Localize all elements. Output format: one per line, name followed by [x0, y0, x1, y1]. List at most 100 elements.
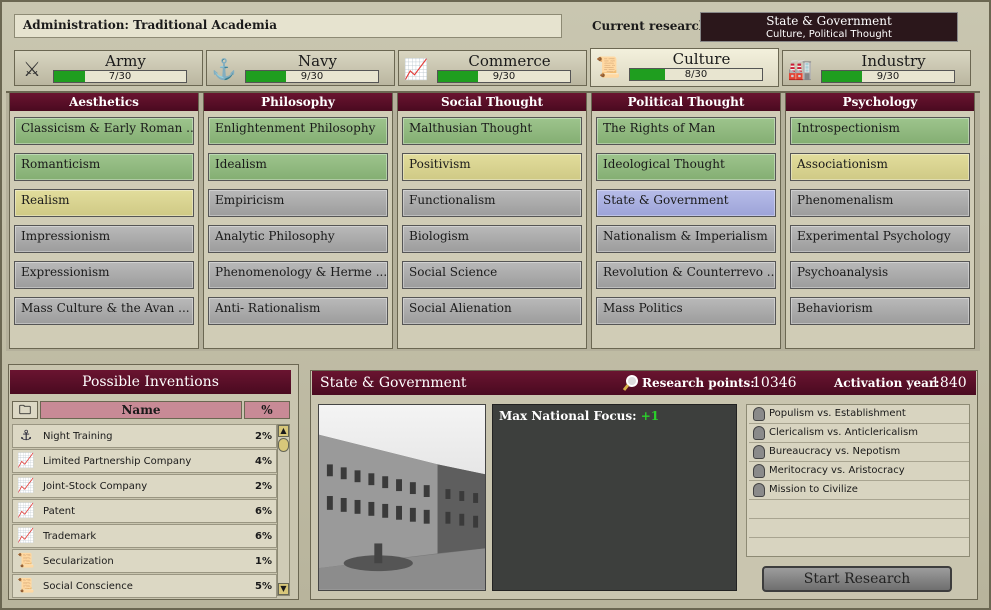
tech-item[interactable]: Nationalism & Imperialism — [596, 225, 776, 253]
tech-item[interactable]: Functionalism — [402, 189, 582, 217]
tech-item[interactable]: Empiricism — [208, 189, 388, 217]
tech-item[interactable]: Social Alienation — [402, 297, 582, 325]
tab-navy[interactable]: ⚓ Navy 9/30 — [206, 50, 395, 86]
tech-item[interactable]: Romanticism — [14, 153, 194, 181]
tech-item[interactable]: Malthusian Thought — [402, 117, 582, 145]
tech-label: State & Government — [603, 193, 729, 207]
list-item[interactable]: 📈 Patent 6% — [12, 499, 277, 523]
invention-percent: 6% — [255, 531, 272, 542]
list-item[interactable]: ⚓ Night Training 2% — [12, 424, 277, 448]
activation-year-label: Activation year: — [834, 376, 940, 390]
tech-label: Classicism & Early Roman ... — [21, 121, 194, 135]
factory-icon: 🏭 — [787, 57, 813, 81]
tech-item[interactable]: Psychoanalysis — [790, 261, 970, 289]
current-research-title: State & Government — [766, 14, 892, 28]
tech-label: Idealism — [215, 157, 267, 171]
percent-column-header[interactable]: % — [244, 401, 290, 419]
list-item[interactable]: 📈 Joint-Stock Company 2% — [12, 474, 277, 498]
tech-label: Mass Culture & the Avan ... — [21, 301, 190, 315]
scroll-icon: 📜 — [17, 578, 35, 594]
scroll-down-icon[interactable]: ▼ — [278, 583, 289, 595]
tab-navy-label: Navy — [297, 52, 338, 70]
tab-commerce[interactable]: 📈 Commerce 9/30 — [398, 50, 587, 86]
invention-name: Limited Partnership Company — [43, 456, 192, 467]
tech-item[interactable]: Social Science — [402, 261, 582, 289]
tech-item[interactable]: Realism — [14, 189, 194, 217]
inventions-header: 🗀 Name % — [12, 401, 290, 419]
tab-industry[interactable]: 🏭 Industry 9/30 — [782, 50, 971, 86]
tech-label: Introspectionism — [797, 121, 900, 135]
tech-item[interactable]: Anti- Rationalism — [208, 297, 388, 325]
start-research-button[interactable]: Start Research — [762, 566, 952, 592]
tab-culture[interactable]: 📜 Culture 8/30 — [590, 48, 779, 87]
column-philosophy: Philosophy Enlightenment Philosophy Idea… — [203, 92, 393, 349]
lightbulb-icon — [753, 464, 765, 478]
tech-item[interactable]: Introspectionism — [790, 117, 970, 145]
tech-item[interactable]: Analytic Philosophy — [208, 225, 388, 253]
tech-item[interactable]: Associationism — [790, 153, 970, 181]
list-item[interactable]: 📈 Trademark 6% — [12, 524, 277, 548]
arrow-down-icon — [98, 288, 110, 289]
unlock-label: Bureaucracy vs. Nepotism — [769, 446, 901, 457]
research-points-value: 10346 — [752, 375, 797, 391]
tech-item[interactable]: Expressionism — [14, 261, 194, 289]
list-item[interactable]: 📜 Secularization 1% — [12, 549, 277, 573]
tech-item[interactable]: The Rights of Man — [596, 117, 776, 145]
tech-item[interactable]: Enlightenment Philosophy — [208, 117, 388, 145]
tab-culture-label: Culture — [672, 50, 731, 68]
arrow-down-icon — [486, 180, 498, 181]
tech-label: The Rights of Man — [603, 121, 716, 135]
name-column-header[interactable]: Name — [40, 401, 242, 419]
tech-item[interactable]: Positivism — [402, 153, 582, 181]
list-item: Mission to Civilize — [749, 481, 969, 500]
tech-label: Phenomenology & Herme ... — [215, 265, 388, 279]
tech-label: Nationalism & Imperialism — [603, 229, 768, 243]
unlocks-list: Populism vs. Establishment Clericalism v… — [746, 404, 970, 557]
tech-item[interactable]: Phenomenalism — [790, 189, 970, 217]
column-title: Philosophy — [204, 93, 392, 111]
tech-label: Romanticism — [21, 157, 101, 171]
tech-item[interactable]: Phenomenology & Herme ... — [208, 261, 388, 289]
column-title: Political Thought — [592, 93, 780, 111]
tech-image — [318, 404, 486, 591]
arrow-down-icon — [680, 180, 692, 181]
list-item[interactable]: 📜 Social Conscience 5% — [12, 574, 277, 598]
activation-year-value: 1840 — [931, 375, 967, 391]
arrow-down-icon — [98, 252, 110, 253]
tech-item[interactable]: Classicism & Early Roman ... — [14, 117, 194, 145]
folder-icon[interactable]: 🗀 — [12, 401, 38, 419]
tech-label: Behaviorism — [797, 301, 873, 315]
arrow-down-icon — [292, 144, 304, 145]
column-title: Social Thought — [398, 93, 586, 111]
column-psychology: Psychology Introspectionism Associationi… — [785, 92, 975, 349]
tech-label: Mass Politics — [603, 301, 683, 315]
lightbulb-icon — [753, 426, 765, 440]
inventions-scrollbar[interactable]: ▲ ▼ — [277, 424, 290, 596]
magnifier-icon — [622, 375, 638, 391]
tech-label: Impressionism — [21, 229, 111, 243]
tech-item[interactable]: Mass Politics — [596, 297, 776, 325]
arrow-down-icon — [98, 180, 110, 181]
scroll-up-icon[interactable]: ▲ — [278, 425, 289, 437]
tech-item[interactable]: Impressionism — [14, 225, 194, 253]
tech-item[interactable]: Behaviorism — [790, 297, 970, 325]
list-item: Populism vs. Establishment — [749, 405, 969, 424]
tech-item[interactable]: Revolution & Counterrevo ... — [596, 261, 776, 289]
tech-item[interactable]: State & Government — [596, 189, 776, 217]
arrow-down-icon — [680, 144, 692, 145]
current-research-box[interactable]: State & Government Culture, Political Th… — [700, 12, 958, 42]
tech-label: Ideological Thought — [603, 157, 725, 171]
tab-army[interactable]: ⚔ Army 7/30 — [14, 50, 203, 86]
arrow-down-icon — [680, 288, 692, 289]
tech-item[interactable]: Experimental Psychology — [790, 225, 970, 253]
army-progress-text: 7/30 — [108, 71, 132, 82]
tab-commerce-label: Commerce — [468, 52, 551, 70]
tech-item[interactable]: Mass Culture & the Avan ... — [14, 297, 194, 325]
unlock-label: Clericalism vs. Anticlericalism — [769, 427, 918, 438]
tech-item[interactable]: Biologism — [402, 225, 582, 253]
list-item[interactable]: 📈 Limited Partnership Company 4% — [12, 449, 277, 473]
list-item-empty — [749, 500, 969, 519]
scroll-thumb[interactable] — [278, 438, 289, 452]
tech-item[interactable]: Idealism — [208, 153, 388, 181]
tech-item[interactable]: Ideological Thought — [596, 153, 776, 181]
